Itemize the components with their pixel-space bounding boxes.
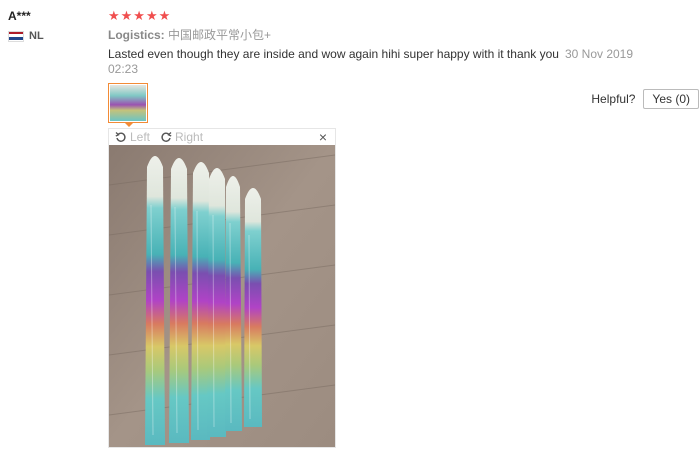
rotate-right-button[interactable]: Right [160, 130, 203, 144]
logistics-label: Logistics: [108, 28, 165, 42]
review-photo-thumbnail[interactable] [108, 83, 148, 127]
review-photo-image [109, 145, 335, 447]
reviewer-country: NL [8, 30, 98, 42]
rotate-left-icon [115, 132, 126, 142]
rotate-right-label: Right [175, 130, 204, 144]
review-feedback: Lasted even though they are inside and w… [108, 47, 559, 61]
rotate-left-label: Left [130, 130, 151, 144]
review-body: ★★★★★ Logistics: 中国邮政平常小包+ Lasted even t… [108, 8, 693, 77]
country-code: NL [29, 30, 44, 42]
viewer-toolbar: Left Right × [109, 129, 335, 145]
review-photo [109, 145, 335, 447]
photo-viewer: Left Right × [108, 128, 336, 448]
helpful-label: Helpful? [591, 92, 636, 106]
close-icon[interactable]: × [319, 129, 327, 145]
rotate-left-button[interactable]: Left [115, 130, 150, 144]
helpful-section: Helpful? Yes (0) [591, 89, 699, 109]
rotate-right-icon [161, 132, 172, 142]
logistics-info: Logistics: 中国邮政平常小包+ [108, 26, 693, 44]
rating-stars: ★★★★★ [108, 8, 172, 23]
reviewer-name: A*** [8, 9, 31, 23]
thumbnail-image [110, 85, 146, 121]
logistics-value: 中国邮政平常小包+ [168, 28, 272, 42]
thumbnail-pointer [125, 123, 133, 127]
reviewer-info: A*** NL [8, 8, 98, 42]
netherlands-flag-icon [8, 30, 24, 42]
review-text: Lasted even though they are inside and w… [108, 47, 663, 77]
helpful-yes-button[interactable]: Yes (0) [643, 89, 699, 109]
